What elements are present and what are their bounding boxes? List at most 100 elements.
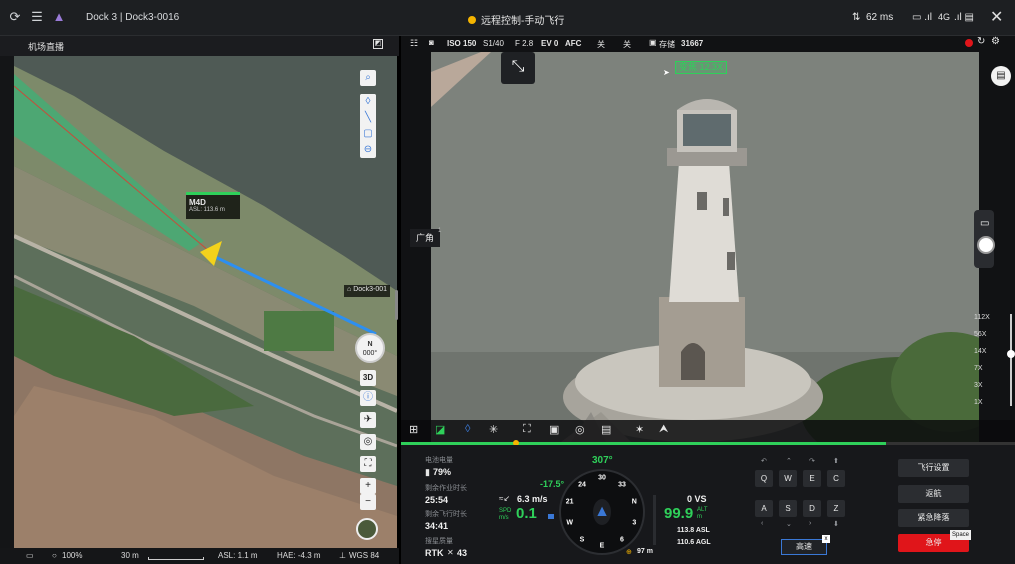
return-home-button[interactable]: 返航: [898, 485, 969, 503]
sun-exposure-icon[interactable]: ✳: [489, 423, 498, 436]
close-button[interactable]: ✕: [990, 7, 1003, 27]
zoom-scale[interactable]: 112X 56X 14X 7X 3X 1X: [974, 314, 1015, 414]
signal-bars-icon: .ıl ▤: [954, 12, 975, 23]
wide-angle-toggle[interactable]: 广角: [410, 229, 440, 247]
line-tool-icon[interactable]: ╲: [360, 110, 376, 126]
aircraft-heading-icon: ▲: [593, 499, 611, 525]
remaining-flight-label: 剩余飞行时长: [425, 511, 467, 518]
satellite-count: 43: [457, 548, 468, 558]
drone-label-card[interactable]: M4D ASL: 113.6 m: [186, 195, 240, 219]
polygon-tool-icon[interactable]: ▢: [360, 126, 376, 142]
map-view[interactable]: M4D ASL: 113.6 m ⌂ Dock3-001 N 000° ⌕ ◊ …: [14, 56, 397, 548]
ai-detect-icon[interactable]: ▣: [549, 423, 559, 436]
camera-icon: ◙: [429, 38, 434, 47]
ev-value[interactable]: EV 0: [541, 39, 558, 48]
refresh-icon[interactable]: ⟳: [8, 10, 22, 24]
keyboard-icon: ▭: [26, 551, 34, 560]
zoom-level-label[interactable]: 14X: [974, 348, 986, 355]
dock-icon: ▲: [52, 9, 66, 24]
shutter-button[interactable]: [977, 236, 995, 254]
shrink-view-icon[interactable]: ⤡: [501, 52, 535, 84]
keys-row-2: ASDZ: [755, 500, 845, 517]
light-icon[interactable]: ✶: [635, 423, 644, 436]
wide-angle-badge: 1: [438, 228, 442, 234]
option1-toggle[interactable]: 关: [597, 39, 605, 50]
compass-label: 3: [632, 519, 637, 526]
alt-label-block: ALT m: [697, 507, 708, 521]
key-w[interactable]: W: [779, 470, 797, 487]
flight-settings-button[interactable]: 飞行设置: [898, 459, 969, 477]
camera-header: ☷ ◙ ISO 150 S1/40 F 2.8 EV 0 AFC 关 关 ▣ 存…: [401, 36, 1015, 52]
view-3d-button[interactable]: 3D: [360, 370, 376, 386]
pin-marker-icon[interactable]: ◊: [465, 423, 470, 435]
record-indicator: [965, 39, 973, 47]
photo-mode-icon[interactable]: ▭: [980, 218, 989, 229]
emergency-land-button[interactable]: 紧急降落: [898, 509, 969, 527]
fit-view-icon[interactable]: ⛶: [360, 456, 376, 472]
layers-icon[interactable]: ☰: [30, 10, 44, 24]
agl-value: 110.6 AGL: [677, 539, 711, 546]
camera-feed[interactable]: ⤡ 变焦 12.3X ➤: [431, 52, 979, 442]
zoom-level-label[interactable]: 3X: [974, 382, 983, 389]
camera-toolbar: ⊞ ◪ ◊ ✳ ⛶ ▣ ◎ ▤ ✶ ⮝: [401, 420, 1015, 442]
locate-icon[interactable]: ◎: [360, 434, 376, 450]
navigation-icon[interactable]: ⮝: [659, 423, 668, 436]
network-type: 4G: [938, 12, 951, 22]
map-layer-thumbnail[interactable]: [356, 518, 378, 540]
zoom-level-label[interactable]: 112X: [974, 314, 990, 321]
map-satellite: [14, 56, 397, 548]
aircraft-center-icon[interactable]: ✈: [360, 412, 376, 428]
storage-label: 存储: [659, 40, 675, 49]
zoom-level-label[interactable]: 7X: [974, 365, 983, 372]
iso-value[interactable]: ISO 150: [447, 39, 476, 48]
key-e[interactable]: E: [803, 470, 821, 487]
chat-icon[interactable]: ▤: [991, 66, 1011, 86]
map-expand-icon[interactable]: ◩: [373, 39, 383, 49]
map-scrollbar[interactable]: [395, 290, 398, 320]
attitude-compass: 30 33 N 3 6 E S W 21 24 ▲: [559, 469, 645, 555]
scale-bar: [148, 557, 204, 560]
key-c[interactable]: C: [827, 470, 845, 487]
camera-settings-icon[interactable]: ⚙: [991, 36, 1000, 47]
drone-asl: ASL: 113.6 m: [189, 207, 225, 213]
target-track-icon[interactable]: ◎: [575, 423, 585, 436]
key-z[interactable]: Z: [827, 500, 845, 517]
circle-tool-icon[interactable]: ⊖: [360, 142, 376, 158]
key-s[interactable]: S: [779, 500, 797, 517]
zoom-level-label[interactable]: 56X: [974, 331, 986, 338]
altitude-tape: [653, 495, 656, 545]
alt-unit: m: [697, 514, 702, 520]
map-compass[interactable]: N 000°: [355, 333, 385, 363]
camera-image: [431, 52, 979, 442]
zoom-in-button[interactable]: +: [360, 478, 376, 494]
key-a[interactable]: A: [755, 500, 773, 517]
settings-sliders-icon[interactable]: ☷: [410, 38, 418, 49]
map-overlay-icon[interactable]: ◪: [435, 423, 445, 436]
pin-tool-icon[interactable]: ◊: [360, 94, 376, 110]
shutter-value[interactable]: S1/40: [483, 39, 504, 48]
aperture-value[interactable]: F 2.8: [515, 39, 533, 48]
compass-degree: 000°: [362, 350, 378, 357]
dock-label[interactable]: ⌂ Dock3-001: [344, 285, 391, 297]
speed-mode-close-icon[interactable]: x: [822, 535, 830, 543]
zoom-level-label[interactable]: 1X: [974, 399, 983, 406]
split-view-icon[interactable]: ⊞: [409, 423, 418, 436]
speed-mode-button[interactable]: 高速: [781, 539, 827, 555]
compass-n: N: [367, 341, 373, 348]
map-search-icon[interactable]: ⌕: [360, 70, 376, 86]
info-icon[interactable]: ⓘ: [360, 390, 376, 406]
key-d[interactable]: D: [803, 500, 821, 517]
scan-icon[interactable]: ⛶: [523, 423, 531, 436]
gimbal-pitch: -17.5°: [540, 479, 565, 489]
key-q[interactable]: Q: [755, 470, 773, 487]
spd-unit: m/s: [499, 515, 509, 521]
left-arrow-icon: ‹: [761, 520, 764, 527]
spd-label-block: SPD m/s: [499, 508, 511, 522]
option2-toggle[interactable]: 关: [623, 39, 631, 50]
zoom-out-button[interactable]: −: [360, 494, 376, 510]
reset-icon[interactable]: ↻: [977, 36, 985, 47]
zoom-handle[interactable]: [1007, 350, 1015, 358]
ai-label-icon[interactable]: ▤: [601, 423, 611, 436]
focus-mode[interactable]: AFC: [565, 39, 581, 48]
asl-value: 113.8 ASL: [677, 527, 710, 534]
